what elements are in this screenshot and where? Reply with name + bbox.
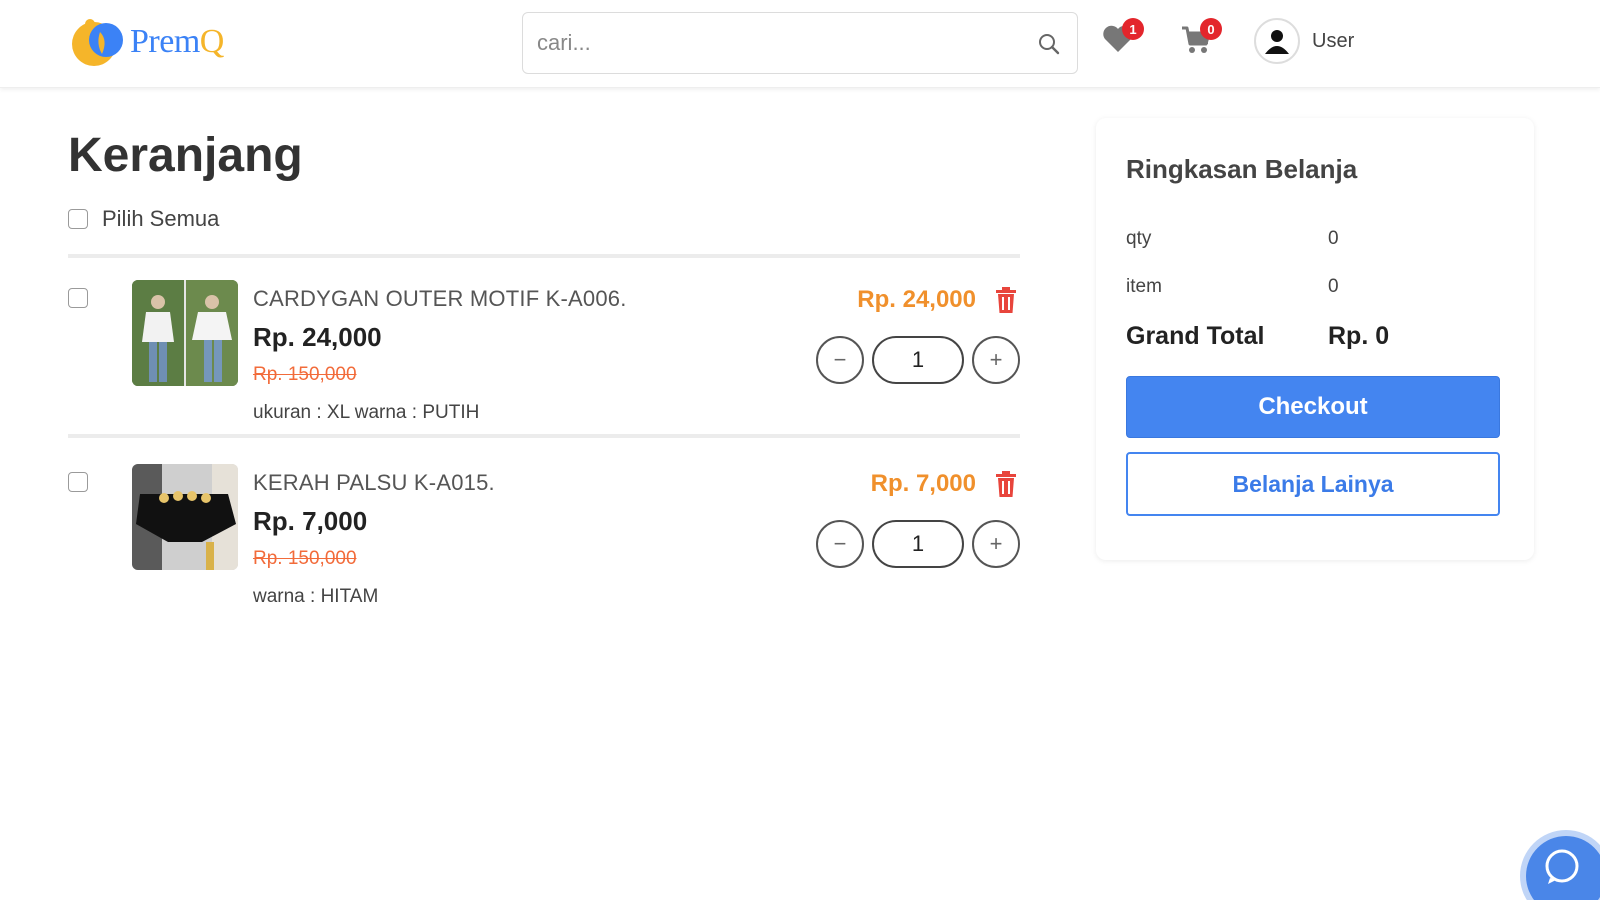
brand-logo[interactable]: PremQ: [70, 14, 224, 70]
product-name[interactable]: KERAH PALSU K-A015.: [253, 470, 495, 496]
user-name: User: [1312, 29, 1355, 52]
item-value: 0: [1328, 276, 1339, 297]
grand-total-value: Rp. 0: [1328, 322, 1390, 350]
qty-value: 0: [1328, 228, 1339, 249]
user-menu[interactable]: User: [1254, 18, 1354, 64]
trash-icon[interactable]: [994, 286, 1018, 314]
wishlist-button[interactable]: 1: [1102, 18, 1144, 59]
divider: [68, 434, 1020, 438]
avatar: [1254, 18, 1300, 64]
product-image[interactable]: [132, 280, 238, 386]
checkout-button[interactable]: Checkout: [1126, 376, 1500, 438]
quantity-stepper: − +: [816, 520, 1020, 570]
product-variant: warna : HITAM: [253, 586, 379, 607]
logo-mark-icon: [72, 19, 123, 66]
search-icon[interactable]: [1037, 32, 1061, 56]
trash-icon[interactable]: [994, 470, 1018, 498]
quantity-input[interactable]: [872, 520, 964, 568]
minus-icon: −: [833, 531, 847, 556]
increase-quantity-button[interactable]: +: [972, 520, 1020, 568]
logo-text: PremQ: [130, 23, 224, 60]
cart-button[interactable]: 0: [1180, 18, 1222, 61]
page-title: Keranjang: [68, 129, 303, 182]
item-label: item: [1126, 276, 1162, 297]
cart-item: KERAH PALSU K-A015. Rp. 7,000 Rp. 150,00…: [68, 446, 1020, 622]
qty-label: qty: [1126, 228, 1152, 249]
cart-count-badge: 0: [1200, 18, 1222, 40]
summary-title: Ringkasan Belanja: [1126, 154, 1358, 184]
wishlist-count-badge: 1: [1122, 18, 1144, 40]
quantity-input[interactable]: [872, 336, 964, 384]
item-subtotal: Rp. 7,000: [870, 470, 976, 497]
product-price: Rp. 7,000: [253, 506, 368, 536]
product-image[interactable]: [132, 464, 238, 570]
chat-icon: [1545, 849, 1579, 884]
user-icon: [1265, 30, 1289, 54]
plus-icon: +: [989, 347, 1003, 372]
select-all-label[interactable]: Pilih Semua: [102, 206, 219, 232]
product-price: Rp. 24,000: [253, 322, 382, 352]
item-checkbox[interactable]: [68, 288, 88, 308]
search-input[interactable]: [537, 13, 1007, 73]
divider: [68, 254, 1020, 258]
quantity-stepper: − +: [816, 336, 1020, 386]
minus-icon: −: [833, 347, 847, 372]
product-variant: ukuran : XL warna : PUTIH: [253, 402, 480, 423]
search-bar: [522, 12, 1078, 74]
decrease-quantity-button[interactable]: −: [816, 336, 864, 384]
product-photo: [132, 280, 238, 386]
product-original-price: Rp. 150,000: [253, 364, 357, 385]
grand-total-label: Grand Total: [1126, 322, 1265, 350]
cart-item: CARDYGAN OUTER MOTIF K-A006. Rp. 24,000 …: [68, 262, 1020, 438]
continue-shopping-button[interactable]: Belanja Lainya: [1126, 452, 1500, 516]
order-summary-card: Ringkasan Belanja qty 0 item 0 Grand Tot…: [1096, 118, 1534, 560]
top-navbar: PremQ 1 0 User: [0, 0, 1600, 88]
product-original-price: Rp. 150,000: [253, 548, 357, 569]
plus-icon: +: [989, 531, 1003, 556]
product-photo: [132, 464, 238, 570]
decrease-quantity-button[interactable]: −: [816, 520, 864, 568]
product-name[interactable]: CARDYGAN OUTER MOTIF K-A006.: [253, 286, 627, 312]
chat-button[interactable]: [1526, 836, 1600, 900]
select-all-checkbox[interactable]: [68, 209, 88, 229]
item-checkbox[interactable]: [68, 472, 88, 492]
item-subtotal: Rp. 24,000: [857, 286, 976, 313]
increase-quantity-button[interactable]: +: [972, 336, 1020, 384]
select-all-row: Pilih Semua: [68, 206, 219, 232]
